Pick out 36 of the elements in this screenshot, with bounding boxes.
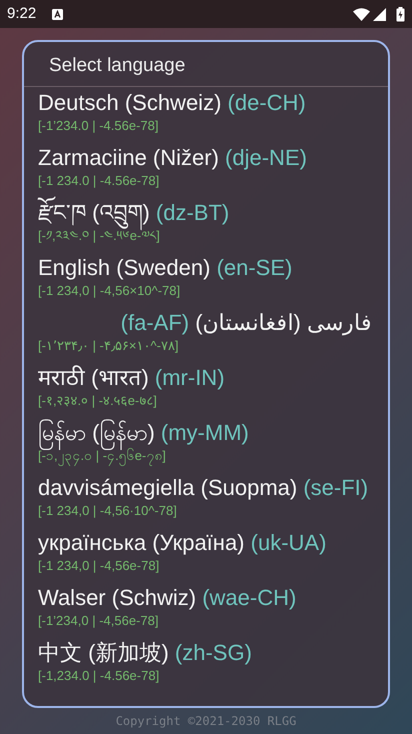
- language-name: मराठी (भारत) (mr-IN): [38, 364, 226, 392]
- number-format-sample: [-1’234.0 | -4.56e-78]: [38, 118, 160, 133]
- language-item[interactable]: українська (Україна) (uk-UA) [-1 234,0 | -4,56e-78]: [38, 527, 374, 582]
- wifi-icon: [353, 8, 370, 20]
- language-item[interactable]: Zarmaciine (Nižer) (dje-NE) [-1 234.0 | -4.56e-78]: [38, 142, 374, 197]
- number-format-sample: [-1 234.0 | -4.56e-78]: [38, 173, 160, 188]
- copyright-text: Copyright ©2021-2030 RLGG: [114, 713, 298, 730]
- language-name: українська (Україна) (uk-UA): [38, 529, 328, 557]
- notification-icon: [52, 8, 64, 20]
- dialog-title: Select language: [24, 42, 388, 87]
- language-name: davvisámegiella (Suopma) (se-FI): [38, 474, 370, 502]
- number-format-sample: [-1,234.0 | -4.56e-78]: [38, 668, 160, 683]
- number-format-sample: [-1 234,0 | -4,56×10^-78]: [38, 283, 182, 298]
- language-name: Zarmaciine (Nižer) (dje-NE): [38, 144, 308, 172]
- language-item[interactable]: मराठी (भारत) (mr-IN) [-१,२३४.० | -४.५६e-७८]: [38, 362, 374, 417]
- language-item[interactable]: རྫོང་ཁ (འབྲུག) (dz-BT) [-༡,༢༣༤.༠ | -༤.༥༦e-༧༨]: [38, 197, 374, 252]
- number-format-sample: [-۱٬۲۳۴٫۰ | -۴٫۵۶×۱۰^-۷۸]: [38, 338, 180, 353]
- number-format-sample: [-1 234,0 | -4,56·10^-78]: [38, 503, 178, 518]
- signal-icon: [373, 8, 386, 20]
- language-item[interactable]: 中文 (新加坡) (zh-SG) [-1,234.0 | -4.56e-78]: [38, 637, 374, 692]
- language-item[interactable]: မြန်မာ (မြန်မာ) (my-MM) [-၁,၂၃၄.၀ | -၄.၅၆e-၇၈]: [38, 417, 374, 472]
- language-name: မြန်မာ (မြန်မာ) (my-MM): [38, 417, 374, 448]
- language-name: English (Sweden) (en-SE): [38, 254, 294, 282]
- status-time: 9:22: [7, 4, 36, 24]
- language-item[interactable]: davvisámegiella (Suopma) (se-FI) [-1 234,0 | -4,56·10^-78]: [38, 472, 374, 527]
- number-format-sample: [-१,२३४.० | -४.५६e-७८]: [38, 393, 158, 408]
- number-format-sample: [-1’234,0 | -4,56e-78]: [38, 613, 160, 628]
- language-name: Walser (Schwiz) (wae-CH): [38, 584, 298, 612]
- language-item[interactable]: Walser (Schwiz) (wae-CH) [-1’234,0 | -4,56e-78]: [38, 582, 374, 637]
- number-format-sample: [-1 234,0 | -4,56e-78]: [38, 558, 160, 573]
- language-name: 中文 (新加坡) (zh-SG): [38, 639, 253, 667]
- language-item[interactable]: Deutsch (Schweiz) (de-CH) [-1’234.0 | -4.56e-78]: [38, 87, 374, 142]
- language-name: Deutsch (Schweiz) (de-CH): [38, 89, 307, 117]
- language-item[interactable]: English (Sweden) (en-SE) [-1 234,0 | -4,56×10^-78]: [38, 252, 374, 307]
- battery-icon: [396, 6, 405, 22]
- language-name: རྫོང་ཁ (འབྲུག) (dz-BT): [38, 197, 374, 228]
